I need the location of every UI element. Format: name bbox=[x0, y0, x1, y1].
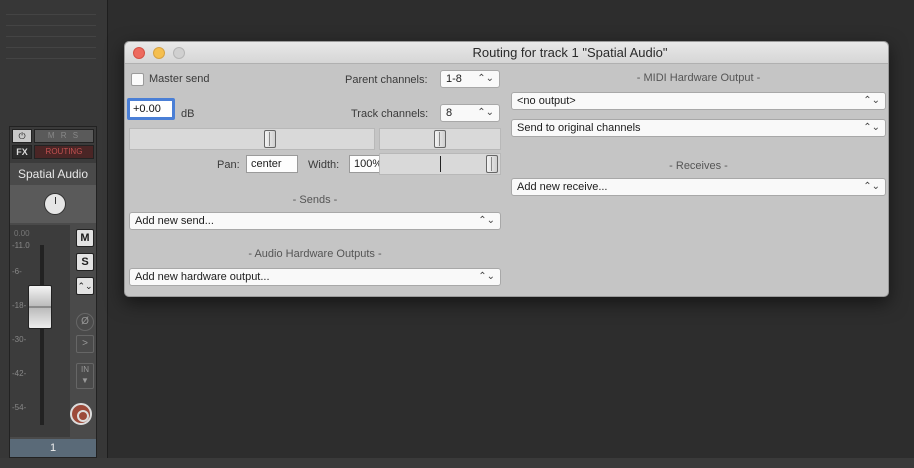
audio-hardware-header: - Audio Hardware Outputs - bbox=[248, 248, 382, 260]
fx-button[interactable]: FX bbox=[12, 145, 32, 159]
up-down-chevron-icon: ⌃⌄ bbox=[863, 122, 880, 133]
pan-knob[interactable] bbox=[44, 193, 66, 215]
routing-dialog: Routing for track 1 "Spatial Audio" Mast… bbox=[124, 41, 889, 297]
meter-tick: -42- bbox=[12, 369, 27, 378]
meter-tick: -30- bbox=[12, 335, 27, 344]
dialog-titlebar[interactable]: Routing for track 1 "Spatial Audio" bbox=[125, 42, 888, 64]
strip-header: ⏻ M R S FX ROUTING bbox=[10, 127, 96, 163]
parent-channels-label: Parent channels: bbox=[345, 74, 428, 86]
mute-button[interactable]: M bbox=[76, 229, 94, 247]
envelope-icon[interactable]: ⌃⌄ bbox=[76, 277, 94, 295]
mixer-top-area bbox=[6, 6, 96, 116]
meter-peak: -11.0 bbox=[12, 241, 30, 250]
track-name[interactable]: Spatial Audio bbox=[10, 164, 96, 184]
zoom-button bbox=[173, 47, 185, 59]
meter-value: 0.00 bbox=[14, 229, 30, 238]
minimize-button[interactable] bbox=[153, 47, 165, 59]
phase-icon[interactable]: Ø bbox=[76, 313, 94, 331]
record-arm-icon[interactable] bbox=[70, 403, 92, 425]
up-down-chevron-icon: ⌃⌄ bbox=[863, 181, 880, 192]
meter-tick: -18- bbox=[12, 301, 27, 310]
track-enable-button[interactable]: ⏻ bbox=[12, 129, 32, 143]
receives-header: - Receives - bbox=[669, 160, 728, 172]
routing-button[interactable]: ROUTING bbox=[34, 145, 94, 159]
width-center-line bbox=[440, 156, 441, 172]
volume-input[interactable]: +0.00 bbox=[127, 98, 175, 120]
midi-hardware-header: - MIDI Hardware Output - bbox=[636, 72, 761, 84]
add-send-select[interactable]: Add new send... ⌃⌄ bbox=[129, 212, 501, 230]
bottom-bar bbox=[0, 458, 914, 468]
track-channels-select[interactable]: 8 ⌃⌄ bbox=[440, 104, 500, 122]
up-down-chevron-icon: ⌃⌄ bbox=[863, 95, 880, 106]
track-channels-label: Track channels: bbox=[351, 108, 429, 120]
meter-tick: -54- bbox=[12, 403, 27, 412]
track-number: 1 bbox=[10, 439, 96, 457]
close-button[interactable] bbox=[133, 47, 145, 59]
parent-channels-select[interactable]: 1-8 ⌃⌄ bbox=[440, 70, 500, 88]
pan-label: Pan: bbox=[217, 159, 240, 171]
track-strip: ⏻ M R S FX ROUTING Spatial Audio 0.00 -1… bbox=[9, 126, 97, 458]
volume-unit: dB bbox=[181, 108, 195, 120]
fx-bypass-icon[interactable]: > bbox=[76, 335, 94, 353]
up-down-chevron-icon: ⌃⌄ bbox=[478, 271, 495, 282]
master-send-label: Master send bbox=[149, 73, 210, 85]
add-hardware-output-select[interactable]: Add new hardware output... ⌃⌄ bbox=[129, 268, 501, 286]
sends-header: - Sends - bbox=[292, 194, 338, 206]
pan-input[interactable]: center bbox=[246, 155, 298, 173]
solo-button[interactable]: S bbox=[76, 253, 94, 271]
midi-channels-select[interactable]: Send to original channels ⌃⌄ bbox=[511, 119, 886, 137]
volume-fader[interactable] bbox=[28, 285, 52, 329]
width-label: Width: bbox=[308, 159, 340, 171]
dialog-title: Routing for track 1 "Spatial Audio" bbox=[472, 45, 668, 60]
add-receive-select[interactable]: Add new receive... ⌃⌄ bbox=[511, 178, 886, 196]
up-down-chevron-icon: ⌃⌄ bbox=[478, 215, 495, 226]
input-monitor-icon[interactable]: IN ▼ bbox=[76, 363, 94, 389]
up-down-chevron-icon: ⌃⌄ bbox=[477, 107, 494, 118]
pan-slider-thumb[interactable] bbox=[434, 130, 446, 148]
pan-knob-area bbox=[10, 185, 96, 223]
midi-output-select[interactable]: <no output> ⌃⌄ bbox=[511, 92, 886, 110]
pan-slider[interactable] bbox=[379, 128, 501, 150]
width-slider[interactable] bbox=[379, 153, 501, 175]
master-send-checkbox[interactable] bbox=[131, 73, 144, 86]
volume-meter: 0.00 -11.0 -6- -18- -30- -42- -54- bbox=[10, 225, 70, 437]
width-slider-thumb[interactable] bbox=[486, 155, 498, 173]
volume-slider-thumb[interactable] bbox=[264, 130, 276, 148]
volume-slider[interactable] bbox=[129, 128, 375, 150]
meter-tick: -6- bbox=[12, 267, 22, 276]
up-down-chevron-icon: ⌃⌄ bbox=[477, 73, 494, 84]
fader-track bbox=[40, 245, 44, 425]
mrs-button[interactable]: M R S bbox=[34, 129, 94, 143]
